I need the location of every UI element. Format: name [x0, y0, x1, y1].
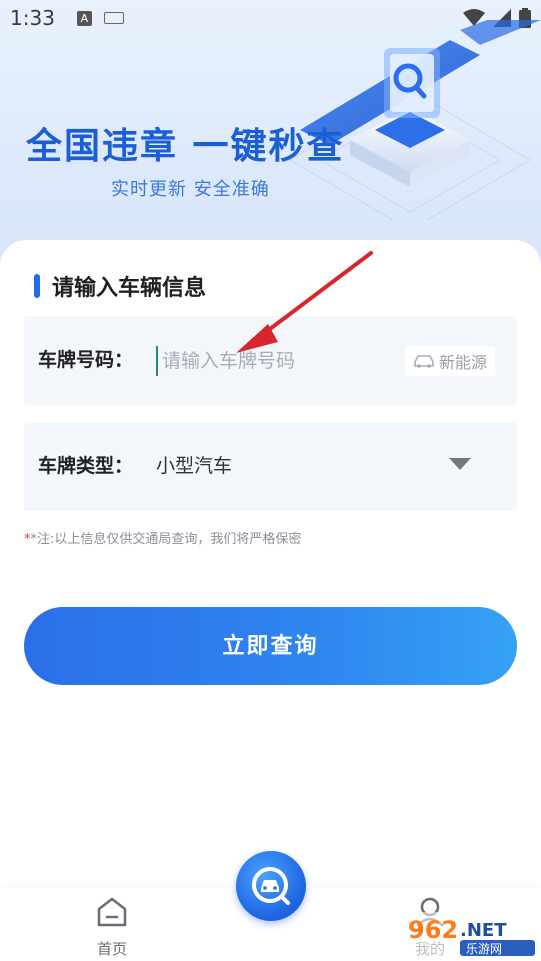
- home-icon: [97, 897, 127, 927]
- dropdown-caret-icon[interactable]: [449, 458, 471, 470]
- privacy-note: **注:以上信息仅供交通局查询，我们将严格保密: [24, 528, 301, 547]
- car-search-icon: [252, 867, 290, 905]
- section-title-marker: [34, 274, 40, 298]
- plate-type-select[interactable]: 车牌类型： 小型汽车: [24, 422, 517, 511]
- status-time: 1:33: [10, 6, 55, 30]
- section-title-text: 请输入车辆信息: [52, 276, 207, 301]
- hero-title: 全国违章 一键秒查: [26, 126, 345, 167]
- query-button[interactable]: 立即查询: [24, 607, 517, 685]
- svg-text:962: 962: [408, 916, 458, 944]
- plate-type-label: 车牌类型：: [38, 455, 134, 477]
- tab-home[interactable]: 首页: [82, 893, 142, 959]
- plate-number-input[interactable]: [156, 346, 396, 376]
- center-query-button[interactable]: [231, 846, 311, 926]
- hero-banner: 1:33 A 全国违章 一键秒查 实时更新 安全准确: [0, 0, 541, 270]
- privacy-note-text: *注:以上信息仅供交通局查询，我们将严格保密: [30, 532, 302, 547]
- svg-text:乐游网: 乐游网: [466, 942, 502, 956]
- car-icon: [414, 355, 434, 368]
- input-method-icon: A: [76, 10, 92, 26]
- new-energy-toggle[interactable]: 新能源: [405, 346, 495, 376]
- plate-type-value: 小型汽车: [156, 455, 233, 477]
- hero-subtitle: 实时更新 安全准确: [111, 179, 270, 200]
- section-title: 请输入车辆信息: [34, 270, 206, 302]
- svg-text:.NET: .NET: [460, 920, 507, 941]
- keyboard-icon: [103, 12, 124, 24]
- tab-home-label: 首页: [96, 940, 127, 958]
- plate-number-label: 车牌号码：: [38, 349, 134, 371]
- plate-number-field: 车牌号码： 新能源: [24, 316, 517, 405]
- site-watermark-logo: 962 .NET 乐游网: [404, 912, 539, 958]
- new-energy-label: 新能源: [438, 353, 487, 372]
- center-query-inner: [236, 851, 306, 921]
